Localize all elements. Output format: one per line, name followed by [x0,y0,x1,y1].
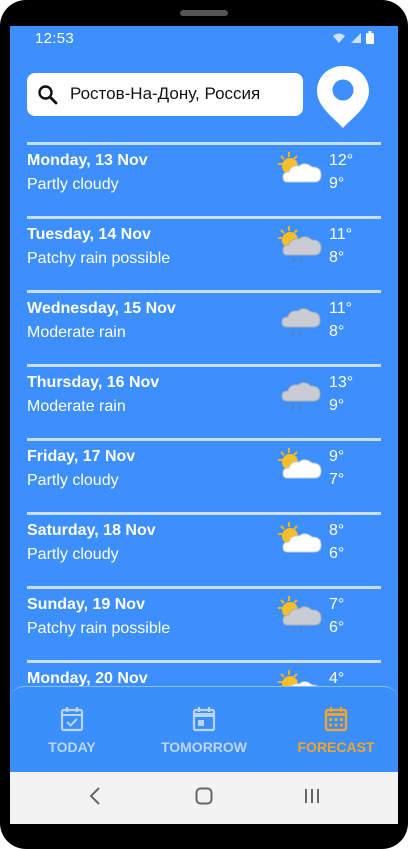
row-divider [27,364,381,367]
temp-max: 11° [329,300,353,317]
forecast-date: Sunday, 19 Nov [27,596,145,613]
forecast-condition: Moderate rain [27,324,126,341]
battery-icon [366,31,374,44]
patchy-rain-icon [278,226,322,264]
temp-min: 6° [329,545,345,562]
search-input[interactable]: Ростов-На-Дону, Россия [70,84,260,104]
tab-tomorrow[interactable]: TOMORROW [144,687,264,773]
row-divider [27,586,381,589]
status-time: 12:53 [35,30,75,47]
app-screen: 12:53 Ростов-На-Дону, Россия Monday, 13 … [10,26,398,824]
search-icon[interactable] [37,84,59,106]
row-divider [27,142,381,145]
forecast-condition: Partly cloudy [27,472,119,489]
signal-icon [351,32,361,43]
speaker-grille [180,10,228,16]
forecast-condition: Partly cloudy [27,546,119,563]
forecast-date: Monday, 13 Nov [27,152,148,169]
partly-cloudy-icon [278,522,322,553]
forecast-row: Monday, 20 Nov 4° [27,660,381,686]
forecast-condition: Moderate rain [27,398,126,415]
temp-min: 6° [329,619,345,636]
forecast-date: Monday, 20 Nov [27,670,148,686]
forecast-row: Friday, 17 Nov Partly cloudy 9° 7° [27,438,381,510]
temp-min: 8° [329,323,345,340]
patchy-rain-icon [278,596,322,634]
wifi-icon [333,33,345,43]
partly-cloudy-icon [278,448,322,479]
temp-min: 7° [329,471,345,488]
tab-forecast[interactable]: FORECAST [276,687,396,773]
row-divider [27,512,381,515]
status-icons [332,31,374,44]
temp-max: 7° [329,596,345,613]
partly-cloudy-icon [278,670,319,686]
forecast-condition: Partly cloudy [27,176,119,193]
temp-min: 8° [329,249,345,266]
forecast-date: Tuesday, 14 Nov [27,226,151,243]
temp-max: 4° [329,670,345,686]
temp-min: 9° [329,175,345,192]
forecast-date: Saturday, 18 Nov [27,522,156,539]
recent-apps-icon[interactable] [303,786,321,806]
row-divider [27,660,381,663]
forecast-condition: Patchy rain possible [27,250,171,267]
moderate-rain-icon [281,382,321,411]
forecast-condition: Patchy rain possible [27,620,171,637]
bottom-navigation: TODAY TOMORROW FORECAST [10,686,398,773]
row-divider [27,290,381,293]
location-pin-icon[interactable] [313,64,373,130]
moderate-rain-icon [281,308,321,337]
tab-today[interactable]: TODAY [12,687,132,773]
temp-max: 8° [329,522,345,539]
partly-cloudy-icon [278,152,322,183]
status-bar: 12:53 [10,26,398,52]
forecast-row: Saturday, 18 Nov Partly cloudy 8° 6° [27,512,381,584]
forecast-list: Monday, 13 Nov Partly cloudy 12° 9° Tues… [10,142,398,686]
forecast-date: Thursday, 16 Nov [27,374,160,391]
search-bar[interactable]: Ростов-На-Дону, Россия [27,73,303,116]
forecast-row: Thursday, 16 Nov Moderate rain 13° 9° [27,364,381,436]
tab-today-label: TODAY [48,739,96,755]
temp-max: 12° [329,152,354,169]
forecast-date: Wednesday, 15 Nov [27,300,176,317]
phone-frame: 12:53 Ростов-На-Дону, Россия Monday, 13 … [0,0,408,849]
row-divider [27,216,381,219]
calendar-day-icon [192,707,216,732]
calendar-check-icon [60,707,84,732]
calendar-month-icon [324,707,348,732]
system-navigation-bar [10,772,398,824]
tab-forecast-label: FORECAST [297,739,375,755]
back-icon[interactable] [88,786,102,806]
row-divider [27,438,381,441]
temp-max: 9° [329,448,345,465]
forecast-row: Monday, 13 Nov Partly cloudy 12° 9° [27,142,381,214]
forecast-row: Wednesday, 15 Nov Moderate rain 11° 8° [27,290,381,362]
forecast-date: Friday, 17 Nov [27,448,136,465]
forecast-row: Tuesday, 14 Nov Patchy rain possible 11°… [27,216,381,288]
home-icon[interactable] [195,786,213,806]
temp-min: 9° [329,397,345,414]
temp-max: 13° [329,374,354,391]
forecast-row: Sunday, 19 Nov Patchy rain possible 7° 6… [27,586,381,658]
temp-max: 11° [329,226,353,243]
tab-tomorrow-label: TOMORROW [160,739,248,755]
